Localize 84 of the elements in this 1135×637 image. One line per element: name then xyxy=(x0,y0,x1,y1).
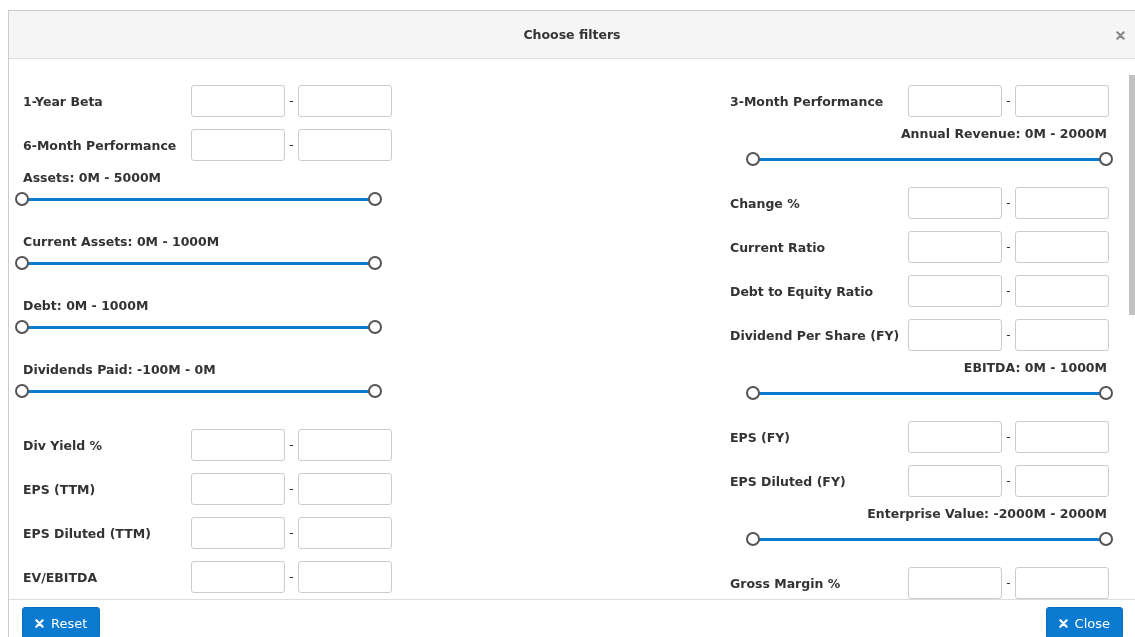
filter-label: Change % xyxy=(730,195,801,211)
slider-handle[interactable] xyxy=(1099,152,1113,166)
close-icon xyxy=(35,618,44,628)
filter-label: 3-Month Performance xyxy=(730,93,885,109)
range-separator: - xyxy=(288,482,295,496)
min-field[interactable] xyxy=(191,85,285,117)
max-field[interactable] xyxy=(1015,275,1109,307)
min-field[interactable] xyxy=(908,567,1002,599)
min-field[interactable] xyxy=(908,187,1002,219)
slider-handle[interactable] xyxy=(1099,532,1113,546)
filter-label: Debt to Equity Ratio xyxy=(730,283,875,299)
slider-handle[interactable] xyxy=(368,256,382,270)
range-separator: - xyxy=(1005,430,1012,444)
range-separator: - xyxy=(288,138,295,152)
slider-label: Dividends Paid: -100M - 0M xyxy=(23,361,216,379)
min-field[interactable] xyxy=(908,231,1002,263)
slider-handle[interactable] xyxy=(368,384,382,398)
slider-handle[interactable] xyxy=(368,192,382,206)
slider-label: Enterprise Value: -2000M - 2000M xyxy=(867,505,1107,523)
slider-label: Assets: 0M - 5000M xyxy=(23,169,162,187)
dialog-title: Choose filters xyxy=(523,27,621,42)
max-field[interactable] xyxy=(1015,567,1109,599)
min-field[interactable] xyxy=(908,275,1002,307)
filter-label: EPS (FY) xyxy=(730,429,792,445)
filter-label: EV/EBITDA xyxy=(23,569,99,585)
min-field[interactable] xyxy=(191,473,285,505)
max-field[interactable] xyxy=(298,473,392,505)
range-separator: - xyxy=(1005,474,1012,488)
slider-label: Debt: 0M - 1000M xyxy=(23,297,149,315)
min-field[interactable] xyxy=(908,421,1002,453)
range-separator: - xyxy=(288,94,295,108)
slider-handle[interactable] xyxy=(15,192,29,206)
max-field[interactable] xyxy=(1015,319,1109,351)
max-field[interactable] xyxy=(1015,85,1109,117)
filter-label: 1-Year Beta xyxy=(23,93,104,109)
range-separator: - xyxy=(1005,94,1012,108)
min-field[interactable] xyxy=(908,319,1002,351)
filter-label: Gross Margin % xyxy=(730,575,842,591)
max-field[interactable] xyxy=(1015,421,1109,453)
min-field[interactable] xyxy=(908,465,1002,497)
slider-handle[interactable] xyxy=(15,256,29,270)
range-separator: - xyxy=(1005,576,1012,590)
max-field[interactable] xyxy=(1015,231,1109,263)
filter-label: Div Yield % xyxy=(23,437,104,453)
filter-label: Current Ratio xyxy=(730,239,826,255)
slider-handle[interactable] xyxy=(368,320,382,334)
range-separator: - xyxy=(1005,284,1012,298)
min-field[interactable] xyxy=(908,85,1002,117)
slider-handle[interactable] xyxy=(746,532,760,546)
slider-handle[interactable] xyxy=(1099,386,1113,400)
filter-label: Dividend Per Share (FY) xyxy=(730,327,901,343)
filter-label: EPS (TTM) xyxy=(23,481,97,497)
max-field[interactable] xyxy=(298,561,392,593)
min-field[interactable] xyxy=(191,561,285,593)
max-field[interactable] xyxy=(298,85,392,117)
max-field[interactable] xyxy=(1015,465,1109,497)
close-button[interactable] xyxy=(1116,31,1125,40)
max-field[interactable] xyxy=(298,429,392,461)
filter-label: EPS Diluted (TTM) xyxy=(23,525,152,541)
min-field[interactable] xyxy=(191,517,285,549)
filter-label: 6-Month Performance xyxy=(23,137,178,153)
range-separator: - xyxy=(288,526,295,540)
slider-handle[interactable] xyxy=(15,384,29,398)
dialog-button[interactable]: Reset xyxy=(22,607,101,637)
slider-handle[interactable] xyxy=(15,320,29,334)
slider-label: Annual Revenue: 0M - 2000M xyxy=(900,125,1107,143)
range-separator: - xyxy=(288,570,295,584)
filter-label: EPS Diluted (FY) xyxy=(730,473,847,489)
min-field[interactable] xyxy=(191,429,285,461)
max-field[interactable] xyxy=(298,517,392,549)
min-field[interactable] xyxy=(191,129,285,161)
close-icon xyxy=(1058,618,1068,628)
slider-handle[interactable] xyxy=(746,386,760,400)
slider-label: Current Assets: 0M - 1000M xyxy=(23,233,220,251)
range-separator: - xyxy=(1005,240,1012,254)
slider-handle[interactable] xyxy=(746,152,760,166)
max-field[interactable] xyxy=(1015,187,1109,219)
close-icon xyxy=(1116,31,1125,40)
max-field[interactable] xyxy=(298,129,392,161)
range-separator: - xyxy=(1005,196,1012,210)
slider-label: EBITDA: 0M - 1000M xyxy=(963,359,1107,377)
range-separator: - xyxy=(1005,328,1012,342)
range-separator: - xyxy=(288,438,295,452)
dialog-button[interactable]: Close xyxy=(1045,607,1123,637)
